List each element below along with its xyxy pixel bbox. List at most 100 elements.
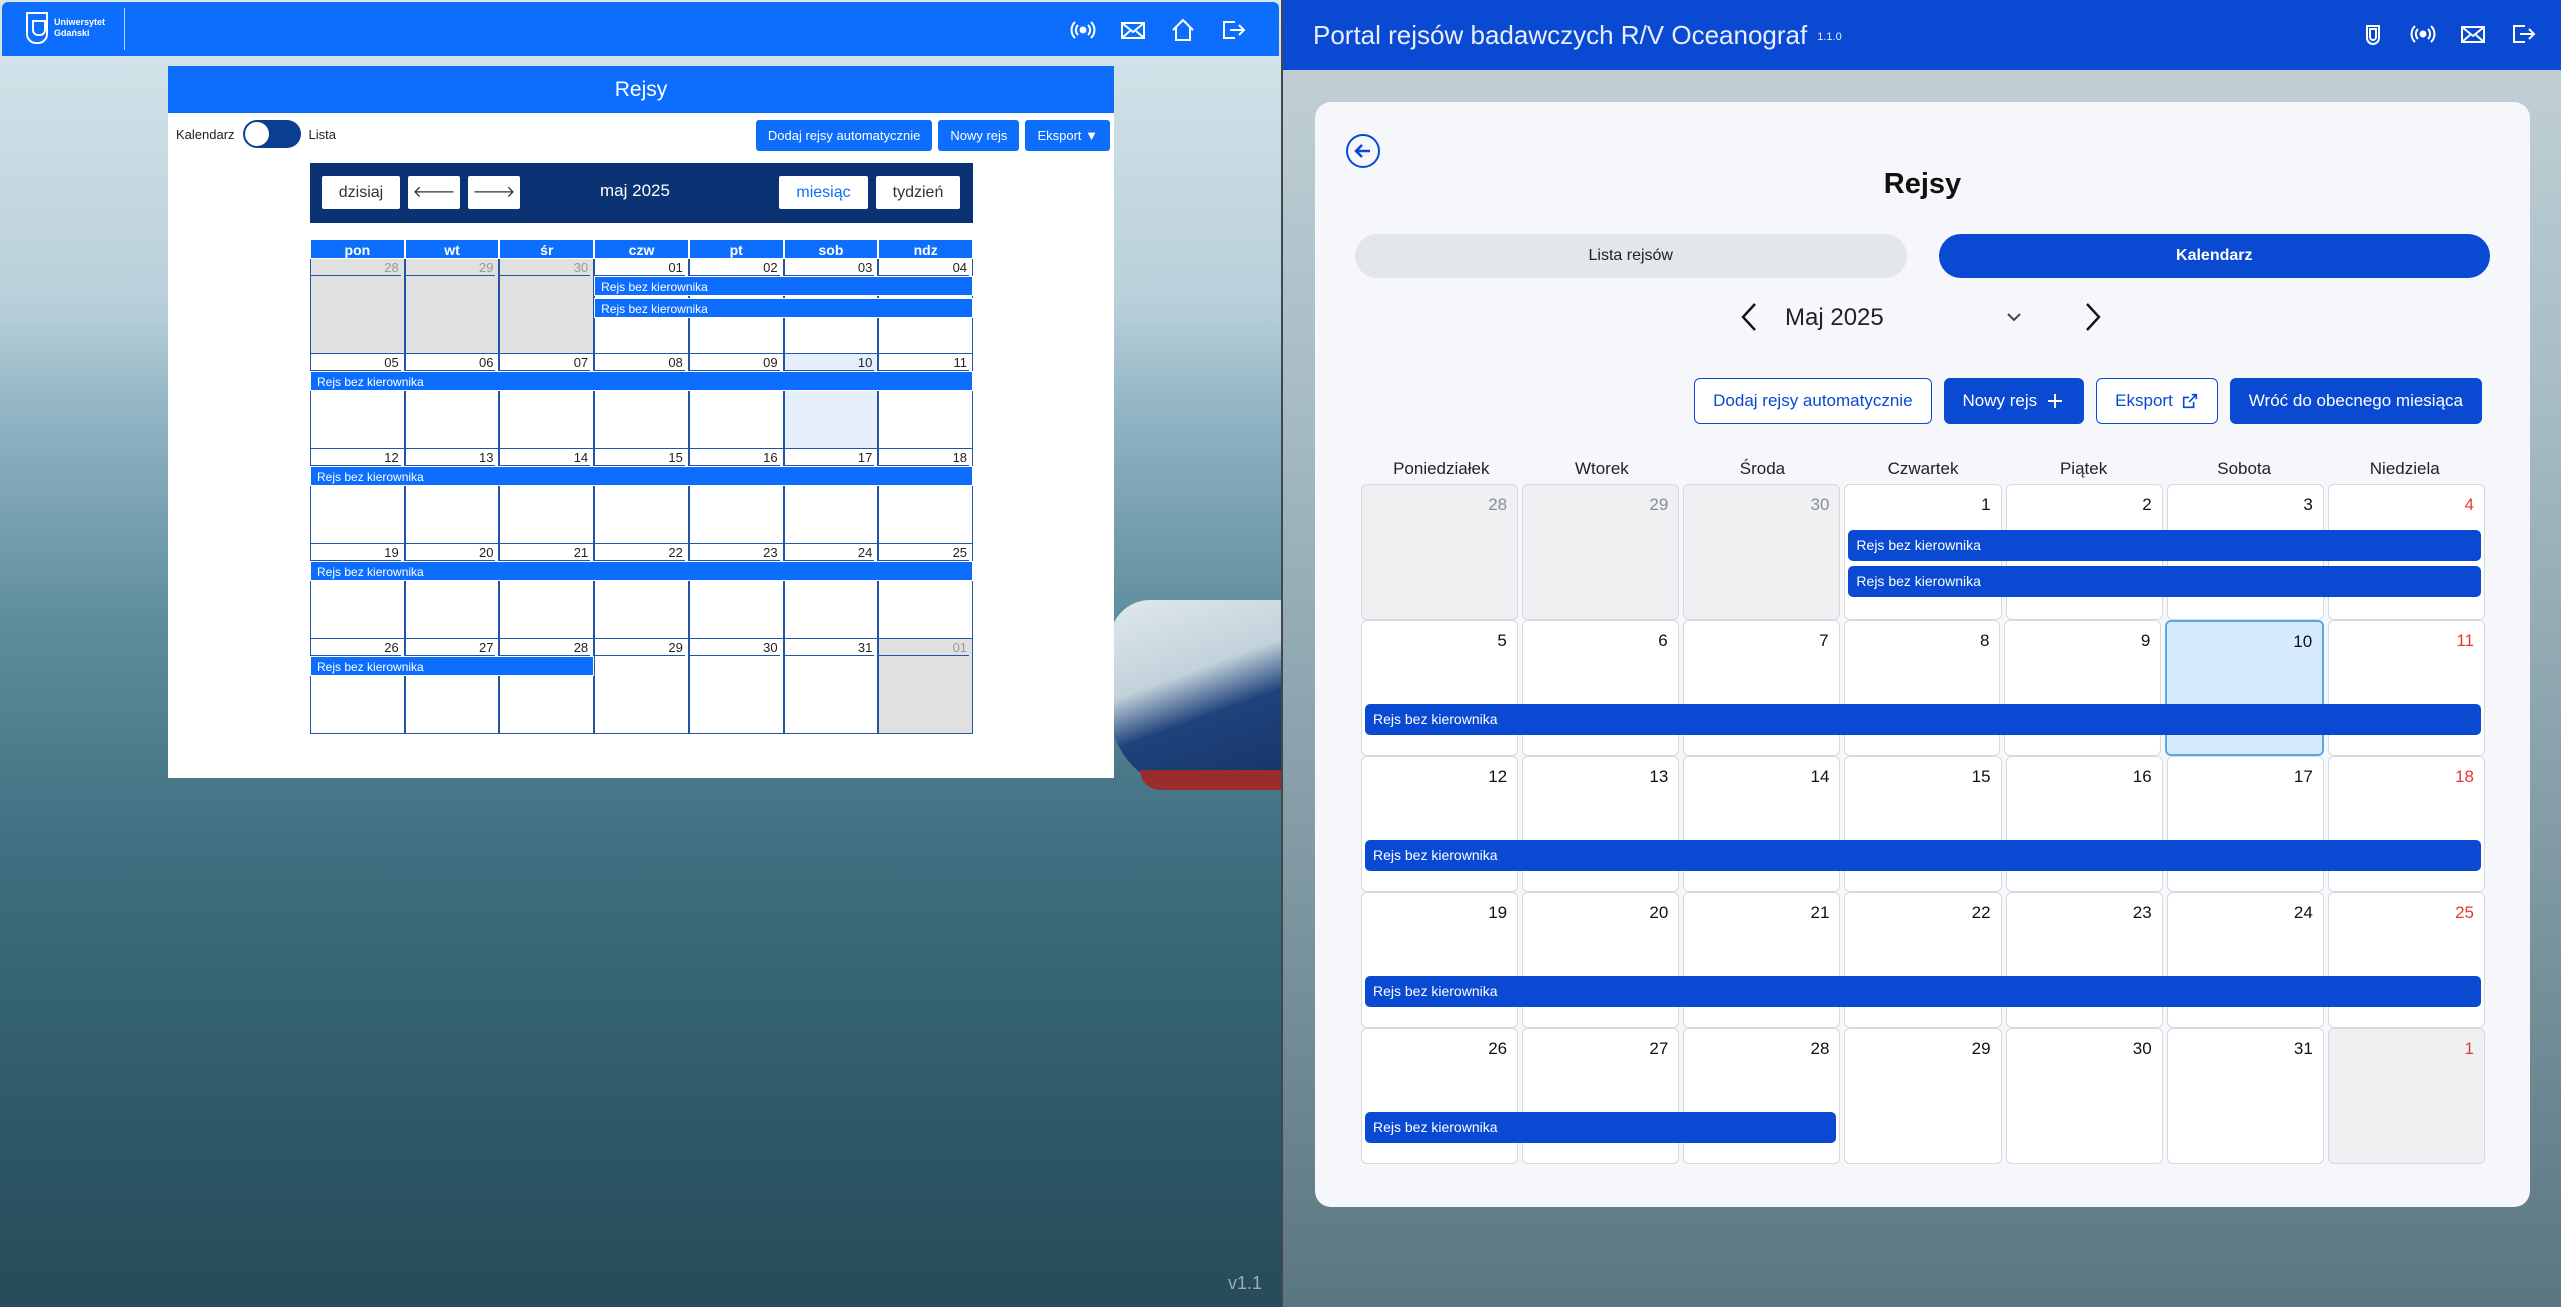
cruise-event[interactable]: Rejs bez kierownika (310, 371, 973, 391)
day-cell[interactable]: 26 (310, 639, 405, 734)
day-cell[interactable]: 16 (688, 449, 784, 544)
university-logo[interactable]: Uniwersytet Gdański (26, 12, 105, 44)
export-button[interactable]: Eksport ▼ (1025, 120, 1110, 151)
day-cell[interactable]: 10 (2165, 620, 2325, 756)
mail-icon[interactable] (1119, 16, 1147, 44)
day-cell[interactable]: 25 (2327, 892, 2485, 1028)
day-cell[interactable]: 9 (2004, 620, 2162, 756)
day-cell[interactable]: 14 (1683, 756, 1841, 892)
university-icon[interactable] (2359, 20, 2387, 48)
day-cell[interactable]: 22 (1844, 892, 2002, 1028)
logout-icon[interactable] (2509, 20, 2537, 48)
day-cell[interactable]: 10 (783, 354, 879, 449)
day-cell[interactable]: 15 (1844, 756, 2002, 892)
cruise-event[interactable]: Rejs bez kierownika (594, 276, 973, 296)
day-cell[interactable]: 8 (1843, 620, 2001, 756)
cruise-event[interactable]: Rejs bez kierownika (594, 298, 973, 318)
day-cell[interactable]: 08 (594, 354, 689, 449)
day-cell[interactable]: 06 (404, 354, 500, 449)
logout-icon[interactable] (1219, 16, 1247, 44)
day-cell[interactable]: 20 (404, 544, 500, 639)
day-cell[interactable]: 15 (594, 449, 689, 544)
day-cell[interactable]: 23 (688, 544, 784, 639)
auto-add-button[interactable]: Dodaj rejsy automatycznie (1694, 378, 1932, 424)
day-cell[interactable]: 5 (1361, 620, 1518, 756)
home-icon[interactable] (1169, 16, 1197, 44)
day-cell[interactable]: 30 (688, 639, 784, 734)
day-cell[interactable]: 30 (2005, 1028, 2163, 1164)
next-month-button[interactable]: 🡒 (468, 176, 520, 209)
day-cell[interactable]: 18 (2327, 756, 2485, 892)
day-cell[interactable]: 21 (1683, 892, 1841, 1028)
day-cell[interactable]: 7 (1682, 620, 1840, 756)
day-cell[interactable]: 13 (404, 449, 500, 544)
broadcast-icon[interactable] (2409, 20, 2437, 48)
day-cell[interactable]: 27 (404, 639, 500, 734)
day-cell[interactable]: 05 (310, 354, 405, 449)
cruise-event[interactable]: Rejs bez kierownika (1365, 976, 2481, 1007)
prev-month-button[interactable] (1735, 300, 1765, 334)
day-cell[interactable]: 24 (783, 544, 879, 639)
day-cell[interactable]: 23 (2005, 892, 2163, 1028)
day-cell[interactable]: 01 (878, 639, 974, 734)
day-cell[interactable]: 21 (499, 544, 595, 639)
day-cell[interactable]: 27 (1522, 1028, 1680, 1164)
day-cell[interactable]: 11 (2328, 620, 2486, 756)
tab-calendar[interactable]: Kalendarz (1938, 234, 2490, 278)
new-cruise-button[interactable]: Nowy rejs (938, 120, 1020, 151)
tab-list[interactable]: Lista rejsów (1355, 234, 1907, 278)
day-cell[interactable]: 6 (1521, 620, 1679, 756)
export-button[interactable]: Eksport (2096, 378, 2218, 424)
broadcast-icon[interactable] (1069, 16, 1097, 44)
day-cell[interactable]: 24 (2166, 892, 2324, 1028)
auto-add-button[interactable]: Dodaj rejsy automatycznie (755, 120, 933, 151)
month-dropdown[interactable] (2005, 310, 2023, 329)
month-view-button[interactable]: miesiąc (779, 176, 868, 209)
next-month-button[interactable] (2077, 300, 2107, 334)
cruise-event[interactable]: Rejs bez kierownika (1365, 1112, 1837, 1143)
day-cell[interactable]: 29 (1522, 484, 1680, 620)
day-cell[interactable]: 12 (310, 449, 405, 544)
day-cell[interactable]: 20 (1522, 892, 1680, 1028)
day-cell[interactable]: 18 (878, 449, 974, 544)
day-cell[interactable]: 25 (878, 544, 974, 639)
mail-icon[interactable] (2459, 20, 2487, 48)
today-button[interactable]: dzisiaj (322, 176, 400, 209)
back-button[interactable] (1346, 134, 1380, 168)
cruise-event[interactable]: Rejs bez kierownika (1848, 566, 2481, 597)
cruise-event[interactable]: Rejs bez kierownika (1365, 840, 2481, 871)
cruise-event[interactable]: Rejs bez kierownika (310, 656, 595, 676)
prev-month-button[interactable]: 🡐 (408, 176, 460, 209)
cruise-event[interactable]: Rejs bez kierownika (310, 561, 973, 581)
cruise-event[interactable]: Rejs bez kierownika (310, 466, 973, 486)
day-cell[interactable]: 22 (594, 544, 689, 639)
day-cell[interactable]: 28 (310, 259, 405, 354)
day-cell[interactable]: 12 (1361, 756, 1519, 892)
day-cell[interactable]: 28 (1361, 484, 1519, 620)
day-cell[interactable]: 29 (1844, 1028, 2002, 1164)
day-cell[interactable]: 16 (2005, 756, 2163, 892)
day-cell[interactable]: 31 (2166, 1028, 2324, 1164)
current-month-button[interactable]: Wróć do obecnego miesiąca (2229, 378, 2482, 424)
day-cell[interactable]: 28 (499, 639, 595, 734)
day-cell[interactable]: 14 (499, 449, 595, 544)
day-cell[interactable]: 31 (783, 639, 879, 734)
day-cell[interactable]: 07 (499, 354, 595, 449)
day-cell[interactable]: 19 (310, 544, 405, 639)
day-cell[interactable]: 17 (2166, 756, 2324, 892)
day-cell[interactable]: 1 (2327, 1028, 2485, 1164)
week-view-button[interactable]: tydzień (876, 176, 960, 209)
day-cell[interactable]: 17 (783, 449, 879, 544)
day-cell[interactable]: 29 (404, 259, 500, 354)
day-cell[interactable]: 26 (1361, 1028, 1519, 1164)
day-cell[interactable]: 19 (1361, 892, 1519, 1028)
day-cell[interactable]: 30 (499, 259, 595, 354)
cruise-event[interactable]: Rejs bez kierownika (1848, 530, 2481, 561)
day-cell[interactable]: 11 (878, 354, 974, 449)
view-switch[interactable] (242, 120, 301, 148)
day-cell[interactable]: 30 (1683, 484, 1841, 620)
cruise-event[interactable]: Rejs bez kierownika (1365, 704, 2481, 735)
day-cell[interactable]: 13 (1522, 756, 1680, 892)
day-cell[interactable]: 28 (1683, 1028, 1841, 1164)
new-cruise-button[interactable]: Nowy rejs (1943, 378, 2085, 424)
